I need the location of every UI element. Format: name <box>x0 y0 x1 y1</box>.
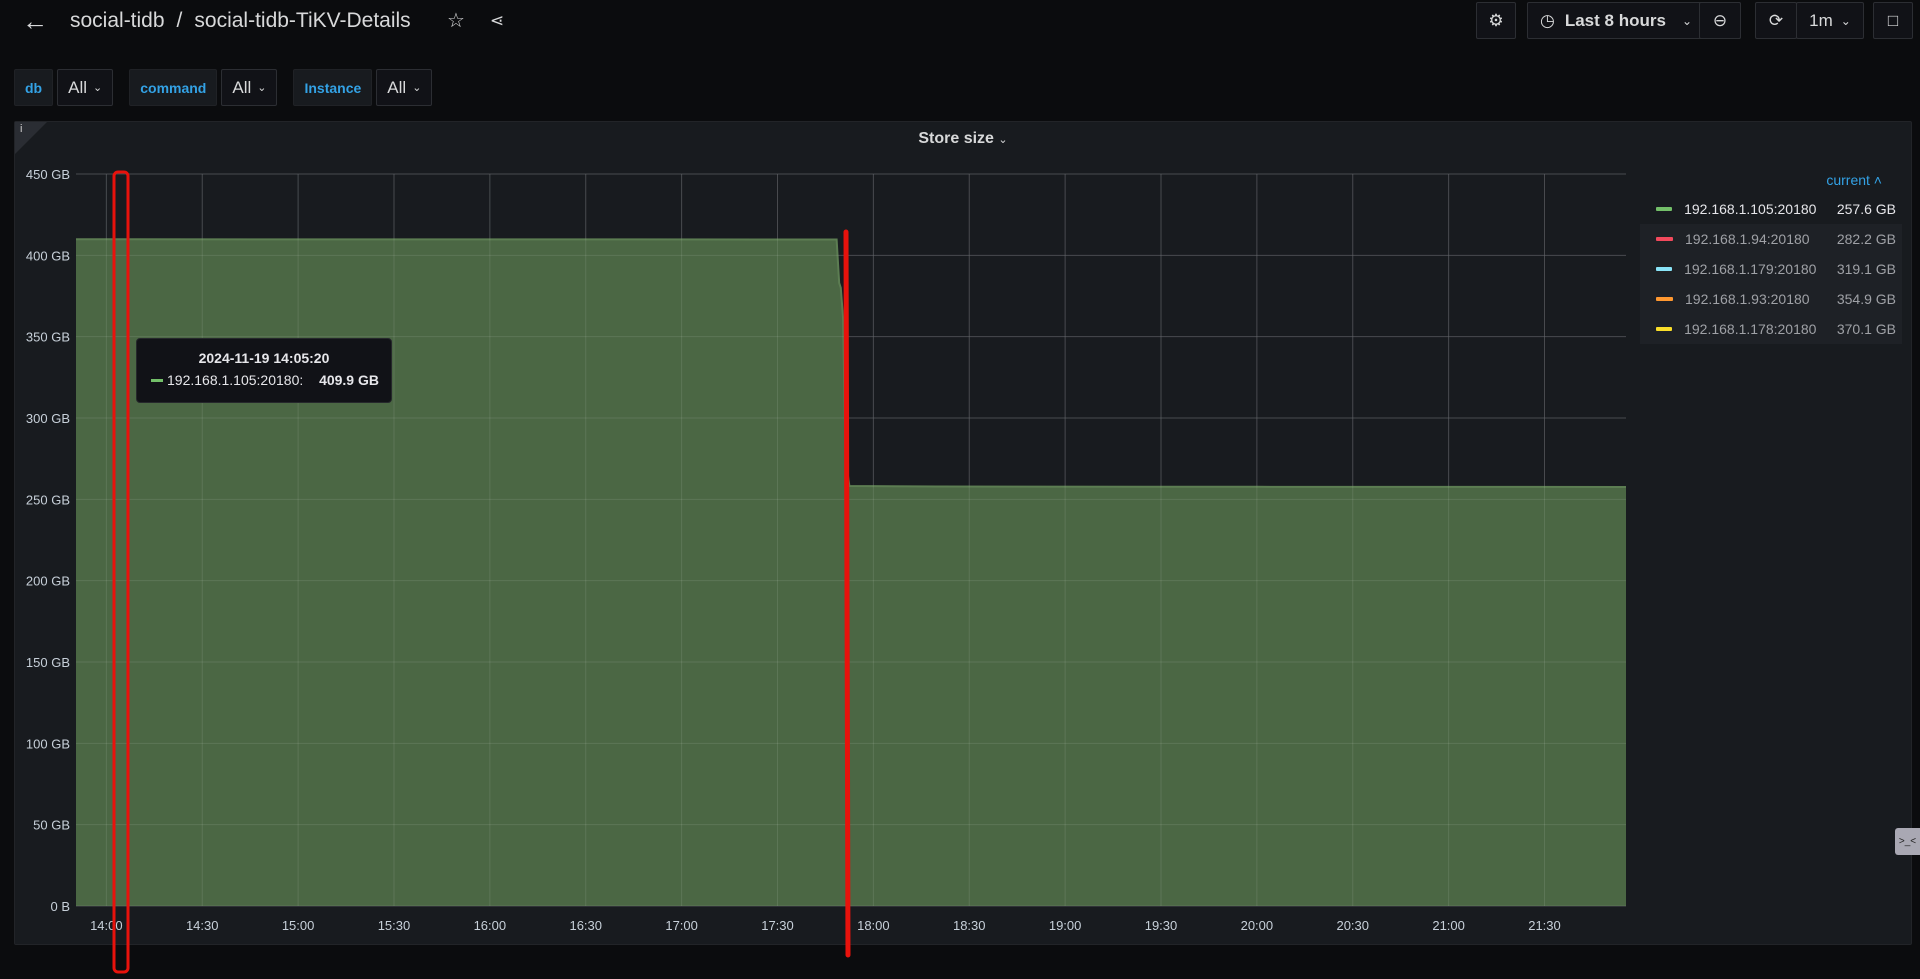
x-tick-label: 20:30 <box>1336 918 1369 933</box>
legend-swatch <box>1656 237 1673 241</box>
legend: current ˄ 192.168.1.105:20180 257.6 GB 192… <box>1640 172 1902 344</box>
legend-item[interactable]: 192.168.1.93:20180 354.9 GB <box>1640 284 1902 314</box>
legend-name: 192.168.1.93:20180 <box>1685 291 1810 307</box>
side-widget-button[interactable]: >_< <box>1895 828 1920 855</box>
x-tick-label: 17:00 <box>665 918 698 933</box>
legend-value: 370.1 GB <box>1836 321 1896 337</box>
x-tick-label: 19:00 <box>1049 918 1082 933</box>
x-tick-label: 15:30 <box>378 918 411 933</box>
legend-swatch <box>1656 267 1673 271</box>
legend-sort-current[interactable]: current ˄ <box>1640 172 1902 194</box>
x-tick-label: 18:00 <box>857 918 890 933</box>
y-tick-label: 300 GB <box>26 411 70 426</box>
tooltip-time: 2024-11-19 14:05:20 <box>198 350 330 366</box>
annotation-marker-line <box>843 229 851 958</box>
x-tick-label: 16:00 <box>474 918 507 933</box>
legend-swatch <box>1656 207 1673 211</box>
x-tick-label: 14:30 <box>186 918 219 933</box>
tooltip-series-swatch <box>151 378 163 382</box>
x-tick-label: 19:30 <box>1145 918 1178 933</box>
legend-value: 282.2 GB <box>1836 231 1896 247</box>
x-tick-label: 20:00 <box>1241 918 1274 933</box>
legend-name: 192.168.1.94:20180 <box>1685 231 1810 247</box>
store-size-chart[interactable]: 0 B 50 GB 100 GB 150 GB 200 GB 250 GB 300 GB 35… <box>0 0 1920 979</box>
legend-value: 354.9 GB <box>1836 291 1896 307</box>
legend-item[interactable]: 192.168.1.105:20180 257.6 GB <box>1640 194 1902 224</box>
y-tick-label: 100 GB <box>26 736 70 751</box>
x-tick-label: 15:00 <box>282 918 315 933</box>
legend-item[interactable]: 192.168.1.178:20180 370.1 GB <box>1640 314 1902 344</box>
y-tick-label: 250 GB <box>26 492 70 507</box>
x-tick-label: 21:00 <box>1432 918 1465 933</box>
y-tick-label: 450 GB <box>26 167 70 182</box>
legend-item[interactable]: 192.168.1.94:20180 282.2 GB <box>1640 224 1902 254</box>
tooltip-value: 409.9 GB <box>319 372 379 388</box>
legend-swatch <box>1656 297 1673 301</box>
y-tick-label: 200 GB <box>26 574 70 589</box>
y-tick-label: 150 GB <box>26 655 70 670</box>
legend-item[interactable]: 192.168.1.179:20180 319.1 GB <box>1640 254 1902 284</box>
legend-name: 192.168.1.179:20180 <box>1684 261 1817 277</box>
x-tick-label: 14:00 <box>90 918 123 933</box>
y-tick-label: 50 GB <box>33 818 70 833</box>
y-tick-label: 400 GB <box>26 248 70 263</box>
legend-name: 192.168.1.105:20180 <box>1684 201 1817 217</box>
y-tick-label: 0 B <box>50 899 70 914</box>
x-tick-label: 18:30 <box>953 918 986 933</box>
x-tick-label: 17:30 <box>761 918 794 933</box>
tooltip-series: 192.168.1.105:20180: <box>167 372 304 388</box>
legend-value: 257.6 GB <box>1836 201 1896 217</box>
legend-name: 192.168.1.178:20180 <box>1684 321 1817 337</box>
legend-value: 319.1 GB <box>1836 261 1896 277</box>
x-tick-label: 16:30 <box>569 918 602 933</box>
x-tick-label: 21:30 <box>1528 918 1561 933</box>
hover-tooltip: 2024-11-19 14:05:20 192.168.1.105:20180:… <box>136 338 392 403</box>
y-tick-label: 350 GB <box>26 330 70 345</box>
legend-swatch <box>1656 327 1673 331</box>
